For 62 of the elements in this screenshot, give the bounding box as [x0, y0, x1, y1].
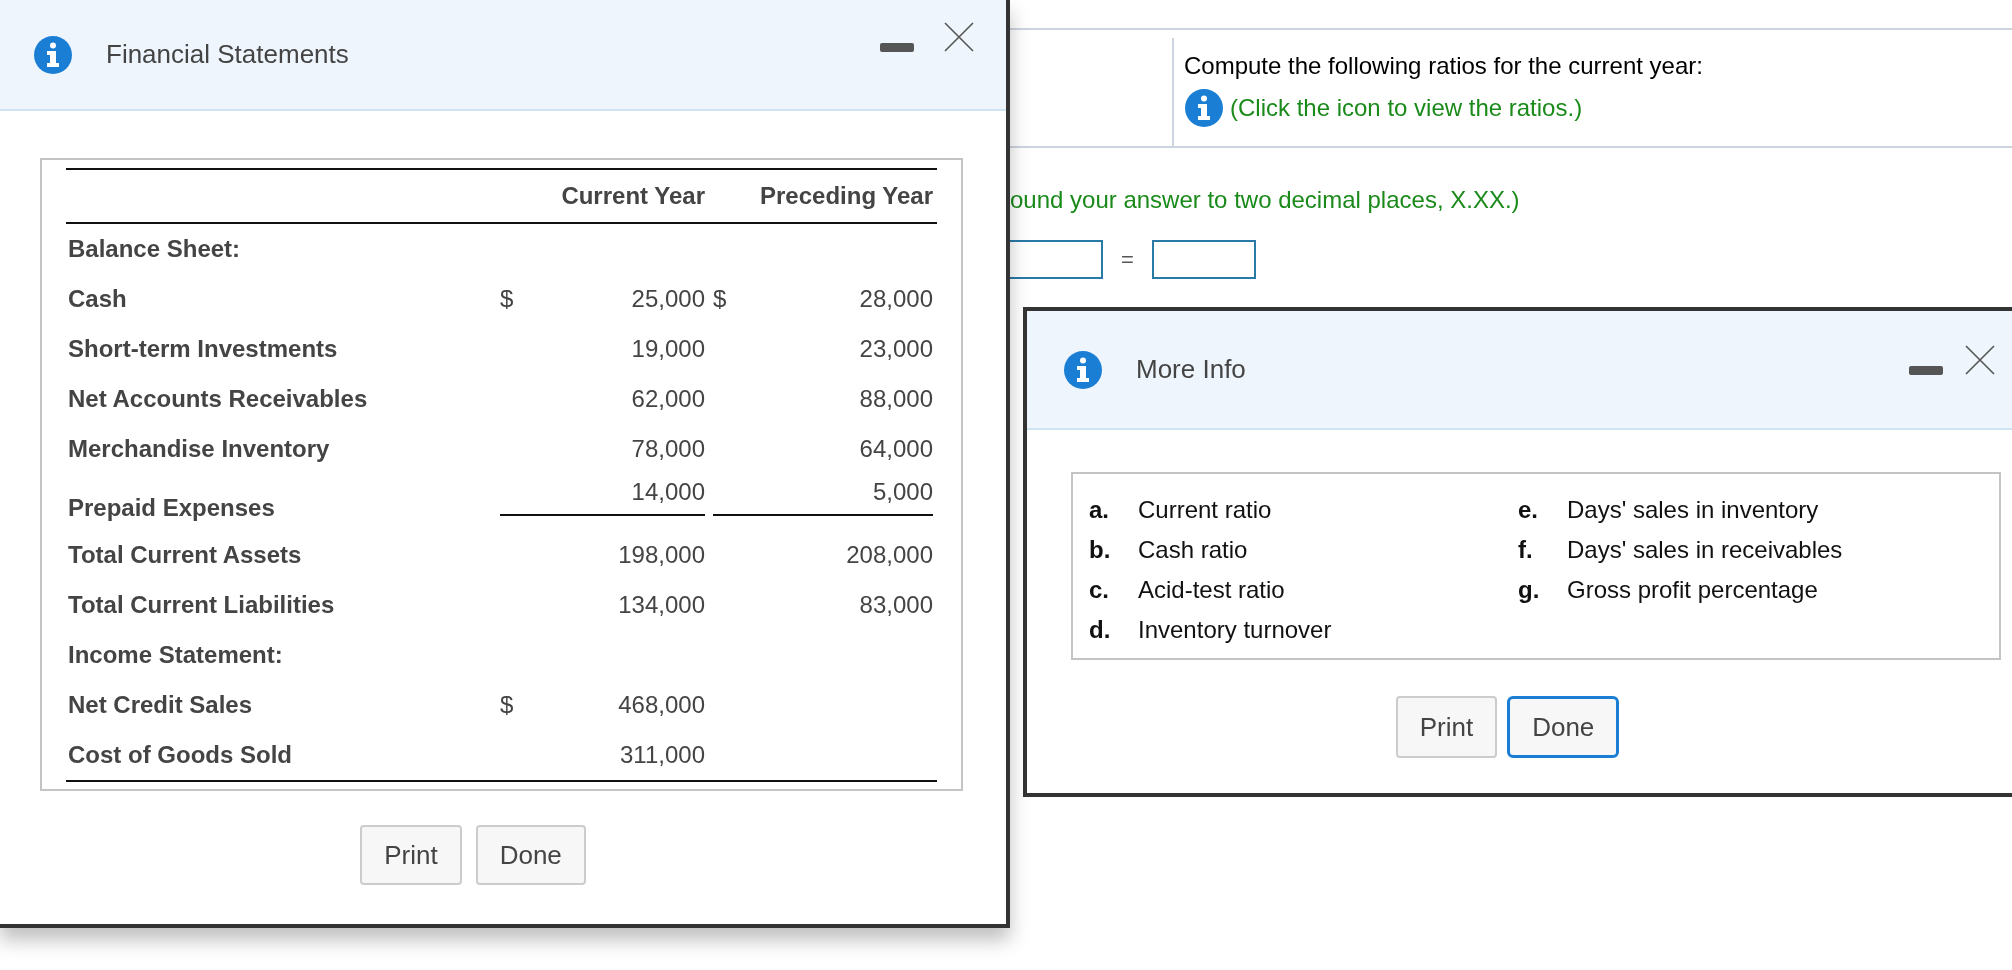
row-label: Net Credit Sales	[67, 691, 254, 719]
close-icon[interactable]	[1965, 345, 1995, 375]
item-letter: a.	[1089, 496, 1110, 524]
row-label: Total Current Liabilities	[67, 591, 336, 619]
done-button[interactable]: Done	[1507, 696, 1620, 758]
print-button[interactable]: Print	[1395, 696, 1498, 758]
ratio-name: Inventory turnover	[1138, 616, 1332, 644]
amount: 311,000	[620, 741, 705, 769]
ratio-name: Current ratio	[1138, 496, 1272, 524]
amount: 14,000	[631, 478, 705, 506]
dialog-title: Financial Statements	[106, 39, 349, 70]
amount: 134,000	[618, 591, 705, 619]
info-icon[interactable]	[1184, 88, 1224, 128]
row-label: Cash	[67, 285, 128, 313]
item-letter: g.	[1518, 576, 1541, 604]
ratio-name: Cash ratio	[1138, 536, 1248, 564]
amount: 25,000	[631, 285, 705, 313]
row-label: Net Accounts Receivables	[67, 385, 369, 413]
ratio-name: Acid-test ratio	[1138, 576, 1285, 604]
amount: 83,000	[859, 591, 933, 619]
amount: 19,000	[631, 335, 705, 363]
answer-field[interactable]	[1151, 240, 1256, 279]
amount: 78,000	[631, 435, 705, 463]
column-header: Current Year	[560, 182, 705, 210]
amount: 208,000	[846, 541, 933, 569]
close-icon[interactable]	[944, 22, 974, 52]
ratio-name: Days' sales in inventory	[1567, 496, 1819, 524]
ratio-name: Days' sales in receivables	[1567, 536, 1843, 564]
question-prompt: Compute the following ratios for the current year:	[1184, 52, 1703, 80]
rounding-note: ound your answer to two decimal places, X.XX.)	[1010, 186, 1521, 214]
item-letter: f.	[1518, 536, 1534, 564]
currency-symbol: $	[500, 691, 514, 719]
amount: 5,000	[872, 478, 933, 506]
item-letter: d.	[1089, 616, 1112, 644]
item-letter: e.	[1518, 496, 1539, 524]
amount: 64,000	[859, 435, 933, 463]
amount: 198,000	[618, 541, 705, 569]
row-label: Total Current Assets	[67, 541, 303, 569]
column-header: Preceding Year	[759, 182, 933, 210]
amount: 28,000	[859, 285, 933, 313]
done-button[interactable]: Done	[475, 825, 586, 885]
amount: 468,000	[618, 691, 705, 719]
row-label: Short-term Investments	[67, 335, 339, 363]
currency-symbol: $	[713, 285, 727, 313]
section-heading: Balance Sheet:	[67, 235, 242, 263]
dialog-title: More Info	[1136, 354, 1246, 385]
row-label: Merchandise Inventory	[67, 435, 331, 463]
amount: 62,000	[631, 385, 705, 413]
info-icon[interactable]	[33, 34, 73, 75]
ratio-name: Gross profit percentage	[1567, 576, 1818, 604]
currency-symbol: $	[500, 285, 514, 313]
row-label: Prepaid Expenses	[67, 493, 276, 522]
item-letter: b.	[1089, 536, 1112, 564]
print-button[interactable]: Print	[360, 825, 462, 885]
hint-link[interactable]: (Click the icon to view the ratios.)	[1230, 94, 1583, 122]
amount: 23,000	[859, 335, 933, 363]
section-heading: Income Statement:	[67, 641, 284, 669]
item-letter: c.	[1089, 576, 1110, 604]
amount: 88,000	[859, 385, 933, 413]
equals-sign: =	[1121, 246, 1134, 273]
row-label: Cost of Goods Sold	[67, 741, 293, 769]
info-icon[interactable]	[1063, 349, 1103, 390]
